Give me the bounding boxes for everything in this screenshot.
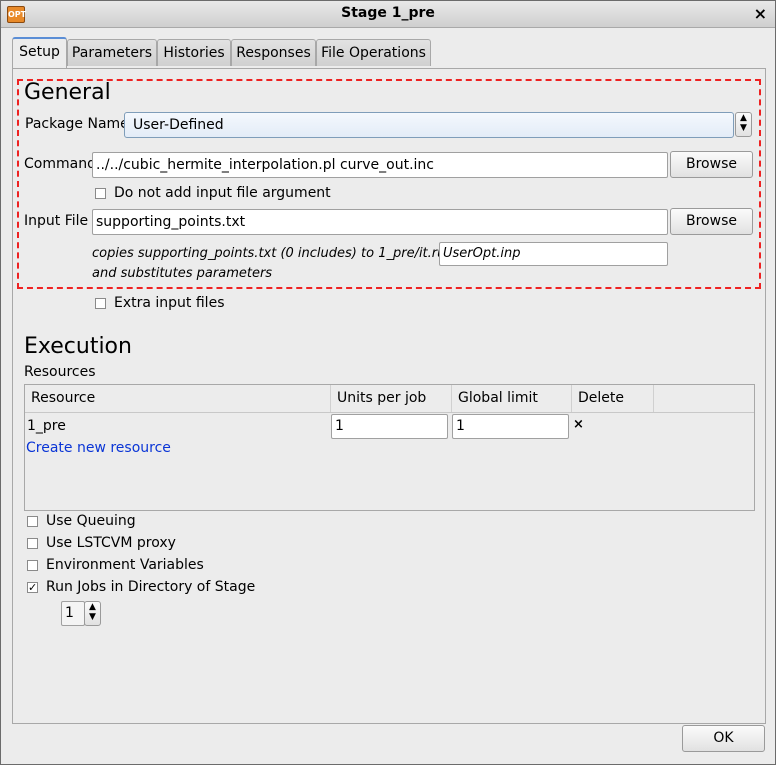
command-browse-button[interactable]: Browse [670,151,753,178]
delete-row-icon[interactable]: × [573,417,584,432]
environment-variables-label: Environment Variables [46,557,204,573]
package-name-select[interactable]: User-Defined [124,112,734,138]
input-file-label: Input File [24,213,89,229]
tab-file-operations[interactable]: File Operations [316,39,431,66]
use-queuing-label: Use Queuing [46,513,136,529]
environment-variables-checkbox[interactable] [27,560,38,571]
command-label: Command [24,156,96,172]
column-header-delete[interactable]: Delete [572,385,654,412]
tab-parameters[interactable]: Parameters [67,39,157,66]
stage-dir-spinbox[interactable]: 1 [61,601,85,626]
use-lstcvm-proxy-label: Use LSTCVM proxy [46,535,176,551]
input-file-input[interactable]: supporting_points.txt [92,209,668,235]
units-per-job-input[interactable]: 1 [331,414,448,439]
table-row-resource: 1_pre [27,418,66,434]
execution-heading: Execution [24,334,132,359]
use-lstcvm-proxy-checkbox[interactable] [27,538,38,549]
tab-setup[interactable]: Setup [12,37,67,68]
resources-table: Resource Units per job Global limit Dele… [24,384,755,511]
global-limit-input[interactable]: 1 [452,414,569,439]
input-file-browse-button[interactable]: Browse [670,208,753,235]
no-input-arg-checkbox[interactable] [95,188,106,199]
column-header-resource[interactable]: Resource [25,385,331,412]
header-divider [25,412,754,413]
dialog-window: OPT Stage 1_pre × Setup Parameters Histo… [0,0,776,765]
create-new-resource-link[interactable]: Create new resource [26,440,171,456]
use-queuing-checkbox[interactable] [27,516,38,527]
window-title: Stage 1_pre [341,5,435,21]
extra-input-files-label: Extra input files [114,295,225,311]
column-header-units[interactable]: Units per job [331,385,452,412]
stage-dir-spinbox-chevron-icon[interactable]: ▲ ▼ [84,601,101,626]
close-icon[interactable]: × [754,4,767,23]
column-header-limit[interactable]: Global limit [452,385,572,412]
substitutes-description: and substitutes parameters [92,266,273,281]
general-heading: General [24,80,111,105]
run-jobs-in-stage-dir-checkbox[interactable]: ✓ [27,582,38,593]
package-name-label: Package Name [25,116,129,132]
resources-label: Resources [24,364,96,380]
copies-description: copies supporting_points.txt (0 includes… [92,246,458,261]
package-name-chevron-icon[interactable]: ▲ ▼ [735,112,752,137]
extra-input-files-checkbox[interactable] [95,298,106,309]
command-input[interactable]: ../../cubic_hermite_interpolation.pl cur… [92,152,668,178]
tab-histories[interactable]: Histories [157,39,231,66]
no-input-arg-label: Do not add input file argument [114,185,331,201]
tab-responses[interactable]: Responses [231,39,316,66]
run-jobs-in-stage-dir-label: Run Jobs in Directory of Stage [46,579,256,595]
ok-button[interactable]: OK [682,725,765,752]
title-bar[interactable]: OPT Stage 1_pre × [1,1,775,28]
target-file-input[interactable]: UserOpt.inp [439,242,668,266]
